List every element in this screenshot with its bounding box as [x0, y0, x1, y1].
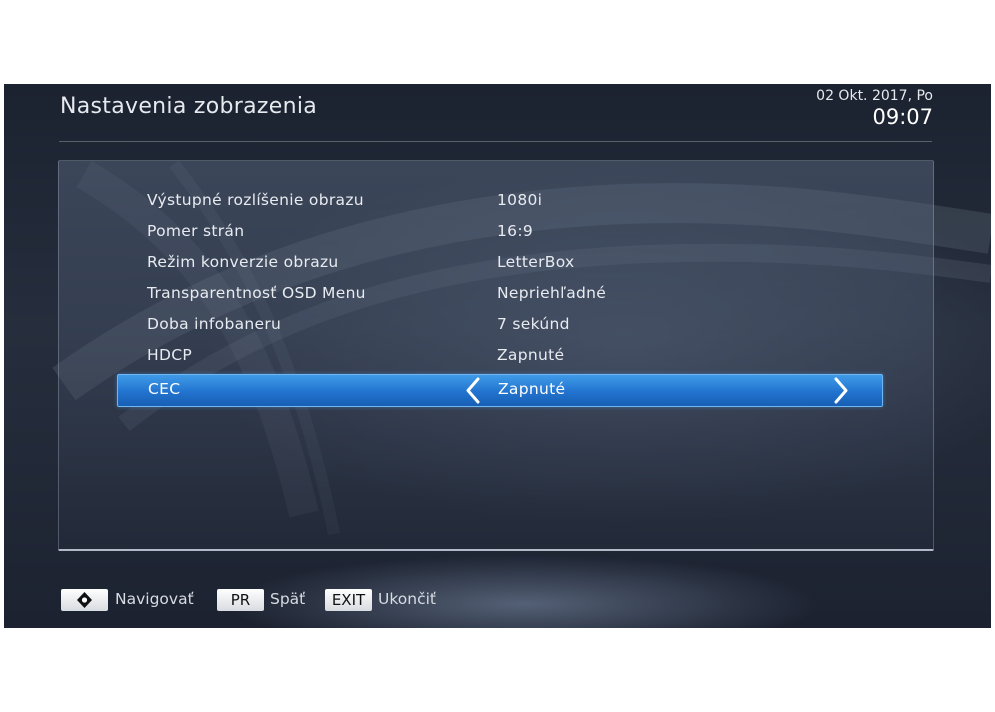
menu-row-label: Doba infobaneru — [147, 315, 282, 333]
back-key[interactable]: PR — [217, 589, 264, 611]
navigate-key[interactable] — [61, 589, 108, 611]
menu-row-value: Zapnuté — [498, 380, 566, 398]
menu-row-hdcp[interactable]: HDCP Zapnuté — [117, 341, 881, 372]
menu-row-value: Nepriehľadné — [497, 284, 607, 302]
exit-label: Ukončiť — [378, 590, 436, 608]
date-display: 02 Okt. 2017, Po — [816, 88, 933, 104]
menu-row-value: 1080i — [497, 191, 543, 209]
menu-row-aspect-ratio[interactable]: Pomer strán 16:9 — [117, 217, 881, 248]
menu-row-label: Režim konverzie obrazu — [147, 253, 339, 271]
menu-row-value: 16:9 — [497, 222, 534, 240]
menu-row-value: LetterBox — [497, 253, 575, 271]
menu-row-cec-selected[interactable]: CEC Zapnuté — [117, 374, 883, 407]
page-title: Nastavenia zobrazenia — [60, 94, 318, 119]
header-divider — [59, 141, 932, 142]
navigation-diamond-icon — [77, 592, 92, 608]
menu-row-conversion-mode[interactable]: Režim konverzie obrazu LetterBox — [117, 248, 881, 279]
menu-row-value: Zapnuté — [497, 346, 565, 364]
menu-row-value: 7 sekúnd — [497, 315, 570, 333]
exit-key[interactable]: EXIT — [325, 589, 372, 611]
menu-row-infobanner-duration[interactable]: Doba infobaneru 7 sekúnd — [117, 310, 881, 341]
menu-row-osd-transparency[interactable]: Transparentnosť OSD Menu Nepriehľadné — [117, 279, 881, 310]
tv-screen: Nastavenia zobrazenia 02 Okt. 2017, Po 0… — [4, 84, 991, 628]
menu-row-label: CEC — [148, 380, 181, 398]
navigate-label: Navigovať — [115, 590, 194, 608]
settings-panel: Výstupné rozlíšenie obrazu 1080i Pomer s… — [58, 160, 934, 551]
clock-display: 09:07 — [872, 105, 933, 129]
chevron-right-icon[interactable] — [830, 377, 852, 404]
menu-row-output-resolution[interactable]: Výstupné rozlíšenie obrazu 1080i — [117, 186, 881, 217]
menu-row-label: Pomer strán — [147, 222, 245, 240]
menu-row-label: HDCP — [147, 346, 192, 364]
menu-row-label: Transparentnosť OSD Menu — [147, 284, 366, 302]
back-label: Späť — [270, 590, 306, 608]
menu-row-label: Výstupné rozlíšenie obrazu — [147, 191, 364, 209]
chevron-left-icon[interactable] — [462, 377, 484, 404]
